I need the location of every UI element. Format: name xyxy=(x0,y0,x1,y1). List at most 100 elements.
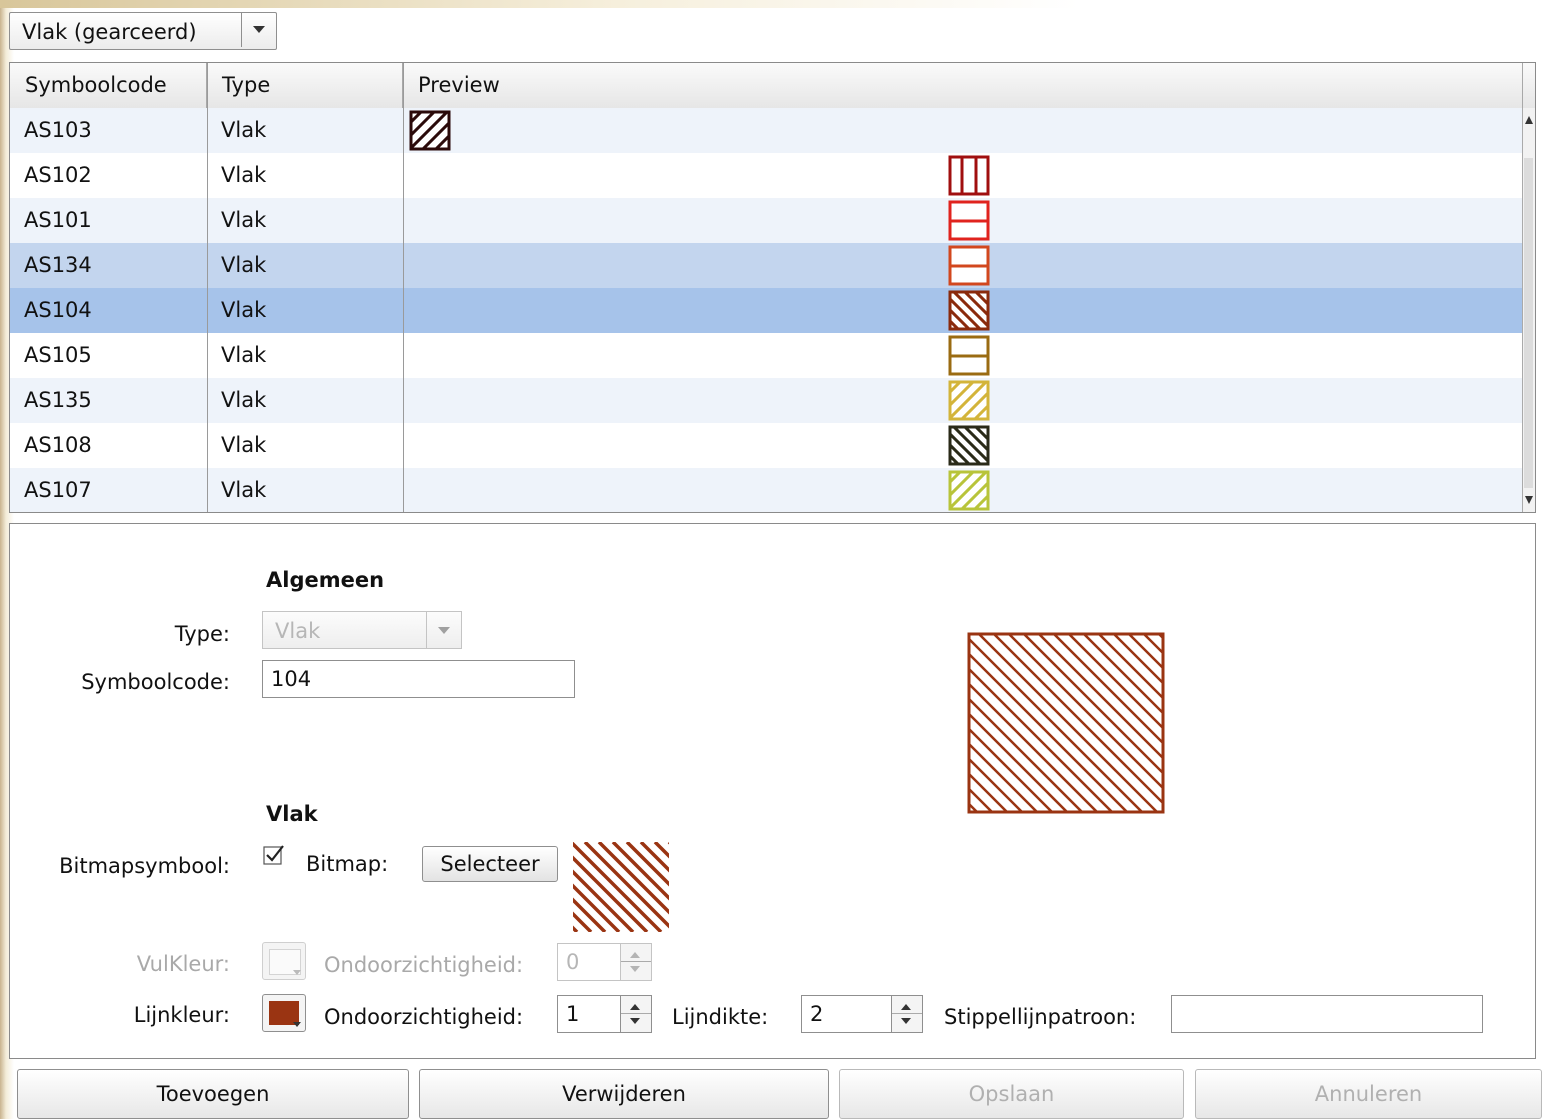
symbol-type-dropdown[interactable]: Vlak (gearceerd) xyxy=(9,12,277,50)
table-row[interactable]: AS104 Vlak xyxy=(10,288,1522,333)
scroll-down-icon[interactable] xyxy=(1525,496,1533,504)
dash-pattern-label: Stippellijnpatroon: xyxy=(944,1005,1137,1029)
line-opacity-label: Ondoorzichtigheid: xyxy=(324,1005,524,1029)
fill-color-picker xyxy=(262,942,306,980)
spinner-up-icon[interactable] xyxy=(630,1004,640,1010)
spinner-divider xyxy=(621,961,651,962)
line-color-picker[interactable] xyxy=(262,994,306,1032)
chevron-down-icon xyxy=(253,26,265,33)
symbol-preview-swatch xyxy=(948,380,990,421)
line-width-spinner[interactable] xyxy=(891,996,922,1032)
hatch-line xyxy=(969,787,994,812)
spinner-divider xyxy=(621,1013,651,1014)
dash-pattern-input[interactable] xyxy=(1171,995,1483,1033)
swatch-background xyxy=(950,157,988,194)
hatch-lines xyxy=(969,634,1163,812)
symbol-code-input[interactable]: 104 xyxy=(262,660,575,698)
dropdown-toggle[interactable] xyxy=(241,13,276,47)
cell-type: Vlak xyxy=(221,388,267,412)
window-top-band xyxy=(0,0,1542,8)
line-width-input[interactable]: 2 xyxy=(801,995,923,1033)
spinner-divider xyxy=(892,1013,922,1014)
table-row[interactable]: AS134 Vlak xyxy=(10,243,1522,288)
fill-opacity-value: 0 xyxy=(566,950,580,974)
cancel-button[interactable]: Annuleren xyxy=(1195,1069,1542,1119)
table-scrollbar[interactable] xyxy=(1522,108,1535,512)
cell-symboolcode: AS135 xyxy=(24,388,92,412)
cell-symboolcode: AS107 xyxy=(24,478,92,502)
cell-type: Vlak xyxy=(221,118,267,142)
type-dropdown-value: Vlak xyxy=(275,619,321,643)
symbol-preview-swatch xyxy=(948,290,990,331)
spinner-down-icon xyxy=(630,966,640,972)
table-row[interactable]: AS135 Vlak xyxy=(10,378,1522,423)
column-header-type[interactable]: Type xyxy=(207,63,403,108)
table-row[interactable]: AS102 Vlak xyxy=(10,153,1522,198)
symbol-preview-swatch xyxy=(948,425,990,466)
cell-type: Vlak xyxy=(221,253,267,277)
scroll-up-icon[interactable] xyxy=(1525,116,1533,124)
spinner-up-icon[interactable] xyxy=(901,1004,911,1010)
section-heading-general: Algemeen xyxy=(266,568,385,592)
symbol-preview-swatch xyxy=(948,155,990,196)
line-opacity-spinner[interactable] xyxy=(620,996,651,1032)
cell-symboolcode: AS103 xyxy=(24,118,92,142)
chevron-down-icon xyxy=(293,1022,301,1027)
spinner-down-icon[interactable] xyxy=(630,1018,640,1024)
symbol-preview-swatch xyxy=(409,110,451,151)
type-dropdown: Vlak xyxy=(262,611,462,649)
chevron-down-icon xyxy=(293,970,301,975)
fill-opacity-label: Ondoorzichtigheid: xyxy=(324,953,524,977)
cell-symboolcode: AS102 xyxy=(24,163,92,187)
cell-type: Vlak xyxy=(221,208,267,232)
bitmap-symbol-checkbox[interactable] xyxy=(263,844,285,866)
bitmap-label: Bitmap: xyxy=(306,852,389,876)
hatch-line xyxy=(977,634,1159,812)
cell-type: Vlak xyxy=(221,163,267,187)
column-header-preview[interactable]: Preview xyxy=(403,63,1523,108)
line-width-label: Lijndikte: xyxy=(672,1005,769,1029)
cell-symboolcode: AS101 xyxy=(24,208,92,232)
add-button[interactable]: Toevoegen xyxy=(17,1069,409,1119)
spinner-down-icon[interactable] xyxy=(901,1018,911,1024)
spinner-up-icon xyxy=(630,952,640,958)
table-row[interactable]: AS105 Vlak xyxy=(10,333,1522,378)
bitmap-hatch-lines xyxy=(573,842,669,932)
table-row[interactable]: AS108 Vlak xyxy=(10,423,1522,468)
line-opacity-value: 1 xyxy=(566,1002,580,1026)
type-dropdown-toggle xyxy=(426,612,461,648)
symbol-type-value: Vlak (gearceerd) xyxy=(22,20,197,44)
remove-button[interactable]: Verwijderen xyxy=(419,1069,829,1119)
fill-opacity-input: 0 xyxy=(557,943,652,981)
symbol-table: Symboolcode Type Preview AS103 Vlak AS102 V… xyxy=(9,62,1536,513)
cell-symboolcode: AS108 xyxy=(24,433,92,457)
cell-symboolcode: AS104 xyxy=(24,298,92,322)
section-heading-area: Vlak xyxy=(266,802,318,826)
column-divider xyxy=(207,63,208,512)
table-row[interactable]: AS101 Vlak xyxy=(10,198,1522,243)
table-row[interactable]: AS103 Vlak xyxy=(10,108,1522,153)
cell-type: Vlak xyxy=(221,433,267,457)
cell-symboolcode: AS134 xyxy=(24,253,92,277)
column-header-symboolcode[interactable]: Symboolcode xyxy=(10,63,207,108)
column-divider xyxy=(403,63,404,512)
line-opacity-input[interactable]: 1 xyxy=(557,995,652,1033)
scrollbar-thumb[interactable] xyxy=(1524,158,1533,488)
table-row[interactable]: AS107 Vlak xyxy=(10,468,1522,512)
cell-type: Vlak xyxy=(221,478,267,502)
save-button[interactable]: Opslaan xyxy=(839,1069,1184,1119)
symbol-preview-swatch xyxy=(948,335,990,376)
symbol-preview-large xyxy=(967,632,1165,814)
symbol-preview-swatch xyxy=(948,470,990,511)
select-bitmap-button[interactable]: Selecteer xyxy=(422,846,558,882)
symbol-preview-swatch xyxy=(948,200,990,241)
cell-symboolcode: AS105 xyxy=(24,343,92,367)
cell-type: Vlak xyxy=(221,298,267,322)
line-color-label: Lijnkleur: xyxy=(133,1003,230,1027)
fill-color-label: VulKleur: xyxy=(136,952,230,976)
cell-type: Vlak xyxy=(221,343,267,367)
table-header: Symboolcode Type Preview xyxy=(10,63,1535,109)
symbol-preview-swatch xyxy=(948,245,990,286)
bitmap-symbol-label: Bitmapsymbool: xyxy=(59,854,230,878)
chevron-down-icon xyxy=(438,627,450,634)
